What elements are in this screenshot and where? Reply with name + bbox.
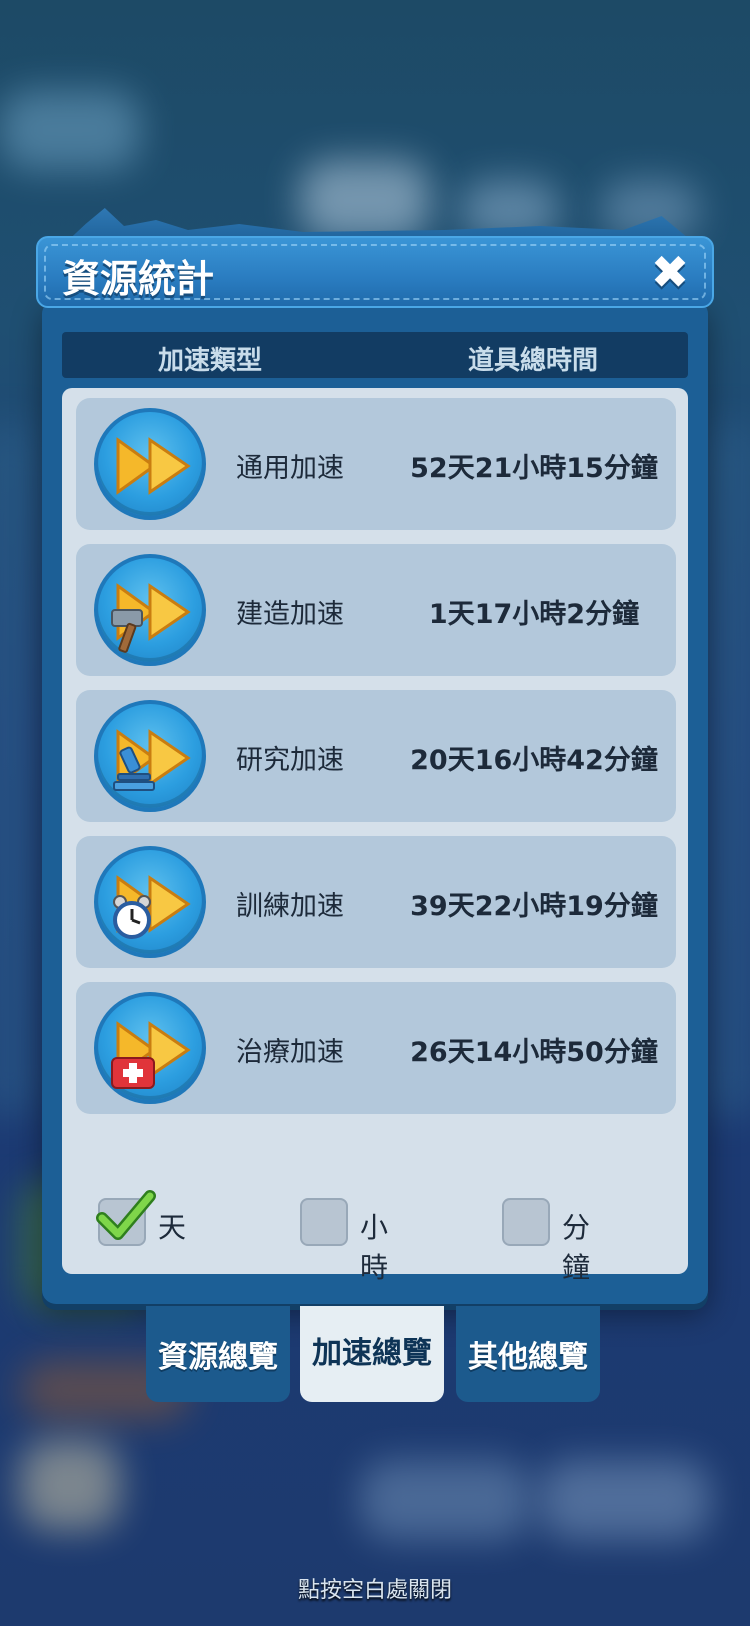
column-header-time: 道具總時間 <box>468 346 599 376</box>
speedup-total-time: 39天22小時19分鐘 <box>410 891 658 922</box>
speedup-label: 訓練加速 <box>236 891 344 922</box>
dialog-titlebar: 資源統計 ✖ <box>36 236 714 308</box>
first-aid-kit-icon <box>111 1057 155 1089</box>
speedup-row-research: 研究加速 20天16小時42分鐘 <box>76 690 676 822</box>
speedup-label: 研究加速 <box>236 745 344 776</box>
fast-forward-icon <box>94 700 206 812</box>
background-blur <box>300 160 430 240</box>
speedup-label: 通用加速 <box>236 453 344 484</box>
hour-checkbox[interactable] <box>300 1198 348 1246</box>
dialog-title: 資源統計 <box>62 257 215 301</box>
hammer-icon <box>111 609 143 653</box>
speedup-row-healing: 治療加速 26天14小時50分鐘 <box>76 982 676 1114</box>
speedup-total-time: 20天16小時42分鐘 <box>410 745 658 776</box>
background-blur <box>20 1440 120 1530</box>
microscope-icon <box>113 746 155 791</box>
column-header-type: 加速類型 <box>158 346 263 376</box>
column-header: 加速類型 道具總時間 <box>62 332 688 378</box>
fast-forward-icon <box>94 408 206 520</box>
speedup-label: 建造加速 <box>236 599 344 630</box>
alarm-clock-icon <box>113 895 151 939</box>
background-blur <box>0 420 40 1120</box>
speedup-list: 通用加速 52天21小時15分鐘 建造加速 1天17小時2分鐘 研究加速 20天… <box>62 388 688 1284</box>
fast-forward-icon <box>94 554 206 666</box>
day-checkbox[interactable] <box>96 1190 156 1246</box>
fast-forward-icon <box>94 992 206 1104</box>
speedup-row-building: 建造加速 1天17小時2分鐘 <box>76 544 676 676</box>
unit-label: 小時 <box>360 1211 389 1284</box>
speedup-row-general: 通用加速 52天21小時15分鐘 <box>76 398 676 530</box>
background-blur <box>360 1460 530 1540</box>
tab-speedup-overview[interactable]: 加速總覽 <box>300 1306 444 1402</box>
background-blur <box>0 90 140 170</box>
checkmark-icon <box>96 1190 156 1240</box>
unit-label: 天 <box>158 1211 187 1244</box>
tap-to-close-hint[interactable]: 點按空白處關閉 <box>0 1572 750 1604</box>
speedup-total-time: 1天17小時2分鐘 <box>428 599 640 630</box>
close-button[interactable]: ✖ <box>648 249 692 295</box>
minute-checkbox[interactable] <box>502 1198 550 1246</box>
background-blur <box>540 1460 710 1540</box>
speedup-row-training: 訓練加速 39天22小時19分鐘 <box>76 836 676 968</box>
speedup-label: 治療加速 <box>236 1037 344 1068</box>
tab-other-overview[interactable]: 其他總覽 <box>456 1306 600 1402</box>
fast-forward-icon <box>94 846 206 958</box>
unit-label: 分鐘 <box>562 1211 591 1284</box>
speedup-total-time: 26天14小時50分鐘 <box>410 1037 658 1068</box>
speedup-total-time: 52天21小時15分鐘 <box>410 453 658 484</box>
tab-resource-overview[interactable]: 資源總覽 <box>146 1306 290 1402</box>
